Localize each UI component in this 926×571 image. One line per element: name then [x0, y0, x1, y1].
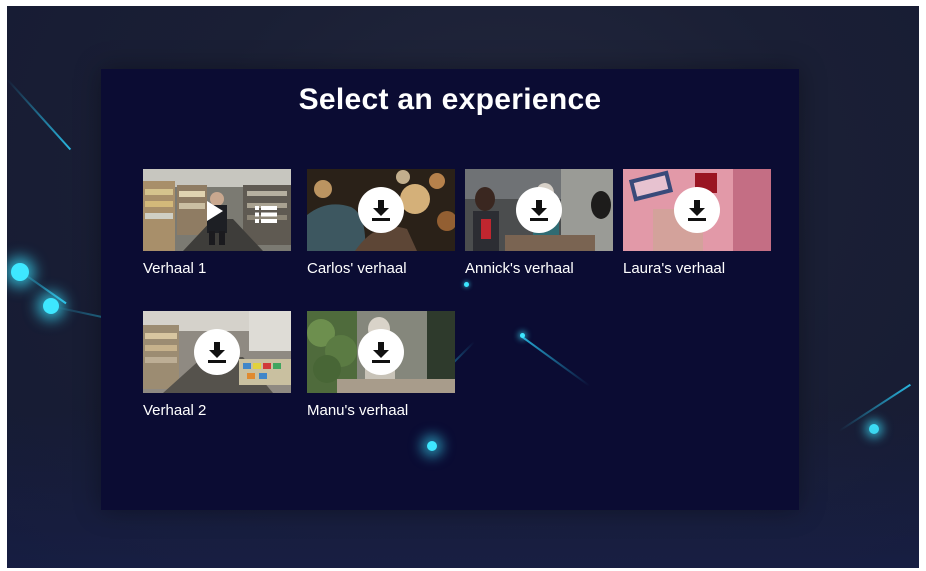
experience-label: Laura's verhaal	[623, 260, 726, 277]
light-streak	[7, 78, 72, 150]
download-icon	[208, 342, 226, 363]
experience-thumbnail[interactable]	[143, 311, 291, 393]
download-button[interactable]	[358, 329, 404, 375]
download-button[interactable]	[194, 329, 240, 375]
vr-scene-background: Select an experience Verhaal 1 Carlos' v…	[7, 6, 919, 568]
page-title: Select an experience	[298, 83, 602, 116]
download-icon	[688, 200, 706, 221]
experience-label: Verhaal 2	[143, 402, 207, 419]
light-glow	[520, 333, 525, 338]
experience-card[interactable]: Verhaal 2	[143, 311, 291, 419]
experience-card[interactable]: Verhaal 1	[143, 169, 291, 277]
experience-thumbnail[interactable]	[143, 169, 291, 251]
download-button[interactable]	[674, 187, 720, 233]
light-glow	[427, 441, 437, 451]
experience-thumbnail[interactable]	[465, 169, 613, 251]
light-glow	[11, 263, 29, 281]
experience-card[interactable]: Laura's verhaal	[623, 169, 771, 277]
download-icon	[372, 200, 390, 221]
light-glow	[43, 298, 59, 314]
list-icon[interactable]	[255, 206, 277, 223]
experience-thumbnail[interactable]	[623, 169, 771, 251]
experience-label: Manu's verhaal	[307, 402, 409, 419]
experience-label: Annick's verhaal	[465, 260, 574, 277]
light-streak	[520, 335, 591, 387]
download-icon	[530, 200, 548, 221]
play-icon[interactable]	[207, 201, 223, 221]
download-button[interactable]	[358, 187, 404, 233]
experience-card[interactable]: Carlos' verhaal	[307, 169, 455, 277]
experience-thumbnail[interactable]	[307, 311, 455, 393]
experience-panel: Select an experience Verhaal 1 Carlos' v…	[101, 69, 799, 510]
download-button[interactable]	[516, 187, 562, 233]
experience-label: Carlos' verhaal	[307, 260, 407, 277]
experience-card[interactable]: Manu's verhaal	[307, 311, 455, 419]
experience-card[interactable]: Annick's verhaal	[465, 169, 613, 277]
experience-thumbnail[interactable]	[307, 169, 455, 251]
gaze-pointer	[464, 282, 469, 287]
download-icon	[372, 342, 390, 363]
light-glow	[869, 424, 879, 434]
light-streak	[838, 383, 911, 432]
experience-label: Verhaal 1	[143, 260, 207, 277]
